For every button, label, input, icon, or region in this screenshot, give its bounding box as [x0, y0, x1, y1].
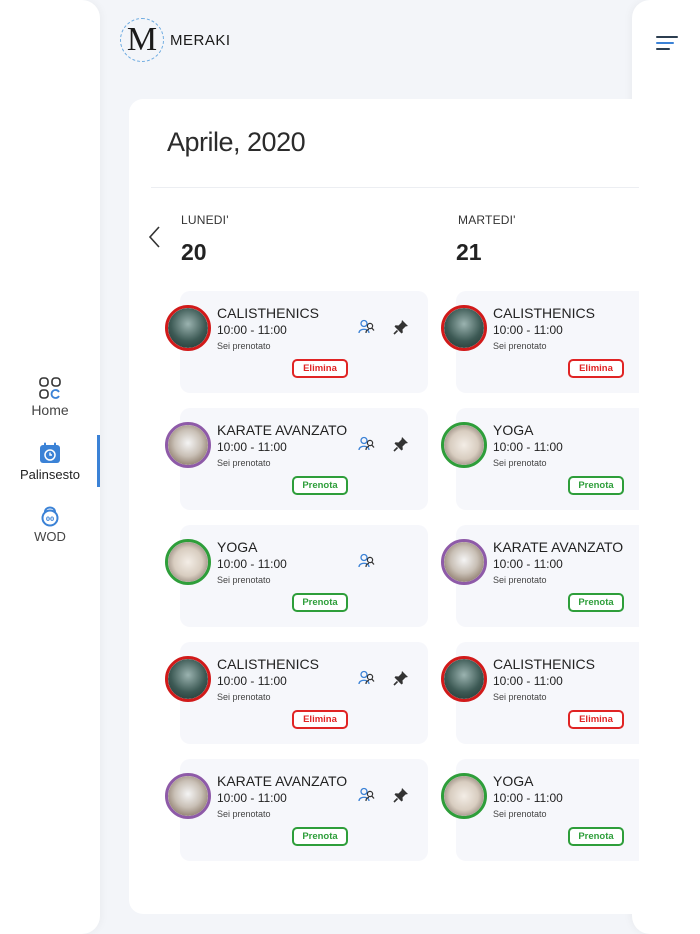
- event-title: YOGA: [217, 539, 258, 555]
- event-status: Sei prenotato: [493, 341, 547, 351]
- pin-icon[interactable]: [393, 436, 409, 457]
- kettlebell-icon: 00: [0, 503, 100, 527]
- class-avatar: [441, 773, 487, 819]
- divider: [151, 187, 639, 188]
- event-card[interactable]: KARATE AVANZATO 10:00 - 11:00 Sei prenotat…: [165, 408, 428, 510]
- event-status: Sei prenotato: [493, 458, 547, 468]
- book-button[interactable]: Prenota: [568, 593, 624, 612]
- event-title: YOGA: [493, 773, 534, 789]
- day-number: 20: [181, 239, 207, 265]
- day-name: LUNEDI': [181, 213, 229, 227]
- event-card[interactable]: YOGA 10:00 - 11:00 Sei prenotato Prenota: [441, 408, 639, 510]
- event-title: CALISTHENICS: [217, 656, 319, 672]
- calendar-clock-icon: [0, 441, 100, 465]
- event-time: 10:00 - 11:00: [217, 440, 287, 454]
- event-time: 10:00 - 11:00: [217, 323, 287, 337]
- event-status: Sei prenotato: [493, 692, 547, 702]
- delete-button[interactable]: Elimina: [292, 710, 348, 729]
- delete-button[interactable]: Elimina: [568, 710, 624, 729]
- participants-icon[interactable]: [358, 787, 376, 808]
- event-card[interactable]: YOGA 10:00 - 11:00 Sei prenotato Prenota: [441, 759, 639, 861]
- participants-icon[interactable]: [358, 670, 376, 691]
- event-title: CALISTHENICS: [493, 656, 595, 672]
- sidebar-item-label: Home: [31, 402, 69, 418]
- participants-icon[interactable]: [358, 436, 376, 457]
- menu-icon[interactable]: [656, 36, 678, 54]
- svg-text:00: 00: [46, 516, 54, 523]
- delete-button[interactable]: Elimina: [292, 359, 348, 378]
- day-number: 21: [456, 239, 482, 265]
- event-status: Sei prenotato: [217, 809, 271, 819]
- pin-icon[interactable]: [393, 787, 409, 808]
- event-card[interactable]: CALISTHENICS 10:00 - 11:00 Sei prenotato El…: [165, 642, 428, 744]
- delete-button[interactable]: Elimina: [568, 359, 624, 378]
- book-button[interactable]: Prenota: [568, 476, 624, 495]
- class-avatar: [441, 305, 487, 351]
- active-indicator: [97, 435, 100, 487]
- sidebar: Home Palinsesto 00 WOD: [0, 0, 100, 934]
- sidebar-item-wod[interactable]: 00 WOD: [0, 503, 100, 544]
- event-title: CALISTHENICS: [217, 305, 319, 321]
- event-card[interactable]: CALISTHENICS 10:00 - 11:00 Sei prenotato El…: [441, 291, 639, 393]
- event-card[interactable]: KARATE AVANZATO 10:00 - 11:00 Sei prenotat…: [441, 525, 639, 627]
- event-time: 10:00 - 11:00: [493, 440, 563, 454]
- participants-icon[interactable]: [358, 553, 376, 574]
- pin-icon[interactable]: [393, 670, 409, 691]
- sidebar-item-label: Palinsesto: [20, 467, 80, 482]
- event-time: 10:00 - 11:00: [493, 323, 563, 337]
- class-avatar: [165, 539, 211, 585]
- chevron-left-icon[interactable]: [147, 225, 163, 254]
- event-time: 10:00 - 11:00: [493, 557, 563, 571]
- participants-icon[interactable]: [358, 319, 376, 340]
- event-title: KARATE AVANZATO: [217, 773, 348, 789]
- event-card[interactable]: CALISTHENICS 10:00 - 11:00 Sei prenotato El…: [441, 642, 639, 744]
- class-avatar: [165, 422, 211, 468]
- right-panel: [632, 0, 700, 934]
- event-title: KARATE AVANZATO: [493, 539, 624, 555]
- event-time: 10:00 - 11:00: [217, 674, 287, 688]
- sidebar-item-home[interactable]: Home: [0, 376, 100, 418]
- class-avatar: [165, 656, 211, 702]
- calendar-card: Aprile, 2020 LUNEDI' 20 MARTEDI' 21 CALI…: [129, 99, 639, 914]
- book-button[interactable]: Prenota: [292, 593, 348, 612]
- class-avatar: [165, 773, 211, 819]
- event-status: Sei prenotato: [217, 341, 271, 351]
- event-card[interactable]: YOGA 10:00 - 11:00 Sei prenotato Prenota: [165, 525, 428, 627]
- event-time: 10:00 - 11:00: [217, 557, 287, 571]
- event-title: CALISTHENICS: [493, 305, 595, 321]
- sidebar-item-palinsesto[interactable]: Palinsesto: [0, 441, 100, 482]
- book-button[interactable]: Prenota: [292, 476, 348, 495]
- class-avatar: [441, 539, 487, 585]
- class-avatar: [165, 305, 211, 351]
- event-card[interactable]: KARATE AVANZATO 10:00 - 11:00 Sei prenotat…: [165, 759, 428, 861]
- event-status: Sei prenotato: [217, 692, 271, 702]
- class-avatar: [441, 656, 487, 702]
- event-time: 10:00 - 11:00: [493, 791, 563, 805]
- event-title: YOGA: [493, 422, 534, 438]
- day-name: MARTEDI': [458, 213, 516, 227]
- event-time: 10:00 - 11:00: [217, 791, 287, 805]
- event-status: Sei prenotato: [217, 458, 271, 468]
- class-avatar: [441, 422, 487, 468]
- logo-mark: M: [120, 18, 164, 62]
- logo-text: MERAKI: [170, 31, 231, 49]
- grid-icon: [0, 376, 100, 400]
- sidebar-item-label: WOD: [34, 529, 66, 544]
- event-status: Sei prenotato: [493, 809, 547, 819]
- book-button[interactable]: Prenota: [292, 827, 348, 846]
- event-card[interactable]: CALISTHENICS 10:00 - 11:00 Sei prenotato El…: [165, 291, 428, 393]
- page-title: Aprile, 2020: [167, 127, 306, 157]
- book-button[interactable]: Prenota: [568, 827, 624, 846]
- event-status: Sei prenotato: [493, 575, 547, 585]
- event-status: Sei prenotato: [217, 575, 271, 585]
- pin-icon[interactable]: [393, 319, 409, 340]
- event-time: 10:00 - 11:00: [493, 674, 563, 688]
- logo[interactable]: M MERAKI: [120, 18, 231, 62]
- event-title: KARATE AVANZATO: [217, 422, 348, 438]
